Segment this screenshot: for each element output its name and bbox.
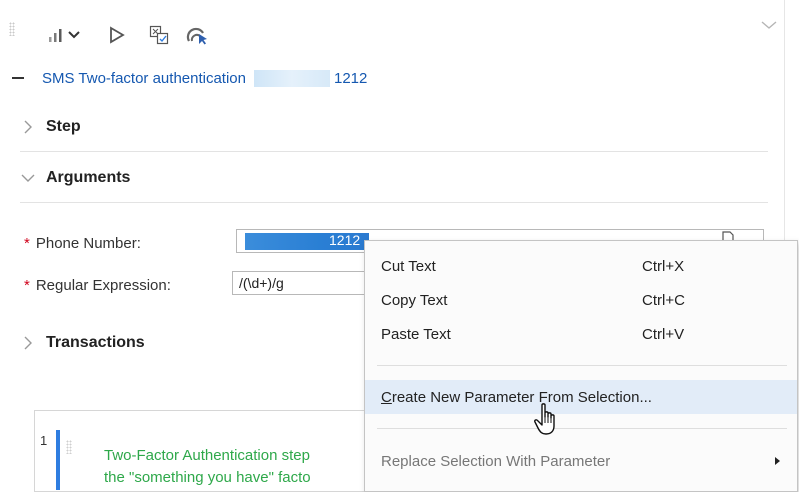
code-drag-handle[interactable] [66,440,72,454]
menu-item-label: Paste Text [381,325,451,343]
section-arguments-label: Arguments [46,169,131,186]
chevron-down-icon [20,174,36,182]
section-step[interactable]: Step [20,116,81,138]
menu-item-label-rest: reate New Parameter From Selection... [391,388,652,406]
redacted-value [254,69,330,87]
menu-item-copy[interactable]: Copy Text Ctrl+C [365,285,797,315]
drag-handle[interactable] [9,22,15,36]
menu-item-shortcut: Ctrl+X [642,257,685,275]
collapse-minus-icon[interactable] [12,77,24,79]
menu-item-label: Cut Text [381,257,436,275]
menu-item-shortcut: Ctrl+V [642,325,685,343]
phone-number-value: 1212 [329,232,361,248]
code-comment-line[interactable]: the "something you have" facto [104,469,311,486]
step-title-row[interactable]: SMS Two-factor authentication 1212 [12,68,367,88]
menu-item-paste[interactable]: Paste Text Ctrl+V [365,319,797,349]
record-icon[interactable] [185,24,209,46]
step-title[interactable]: SMS Two-factor authentication [42,70,246,87]
section-transactions-label: Transactions [46,334,145,351]
step-title-suffix[interactable]: 1212 [334,70,367,87]
menu-item-cut[interactable]: Cut Text Ctrl+X [365,251,797,281]
menu-item-mnemonic: C [381,388,392,406]
regex-label-text: Regular Expression: [35,276,171,294]
menu-item-create-parameter[interactable]: Create New Parameter From Selection... [365,380,797,414]
chevron-down-icon[interactable] [67,24,81,46]
chevron-right-icon [20,336,36,350]
hand-pointer-icon [533,402,563,443]
play-icon[interactable] [106,24,128,46]
phone-number-label-text: Phone Number: [35,234,141,252]
regex-value: /(\d+)/g [239,275,284,291]
phone-number-label: * Phone Number: [24,232,141,254]
code-comment-line[interactable]: Two-Factor Authentication step [104,447,310,464]
menu-separator [377,365,787,366]
regex-label: * Regular Expression: [24,274,171,296]
section-transactions[interactable]: Transactions [20,332,145,354]
menu-item-replace-selection[interactable]: Replace Selection With Parameter [365,446,797,476]
required-mark: * [24,276,30,294]
menu-item-label: Copy Text [381,291,448,309]
menu-item-label: Create New Parameter From Selection... [381,389,652,406]
collapse-chevron-icon[interactable] [760,18,778,36]
compare-icon[interactable] [148,24,170,46]
bar-chart-icon[interactable] [46,24,66,46]
section-arguments[interactable]: Arguments [20,167,130,189]
divider [20,151,768,152]
line-number: 1 [40,433,48,448]
regex-input[interactable]: /(\d+)/g [232,271,382,295]
divider [20,202,768,203]
context-menu: Cut Text Ctrl+X Copy Text Ctrl+C Paste T… [364,240,798,492]
submenu-arrow-icon [775,457,780,465]
menu-item-label: Replace Selection With Parameter [381,452,611,470]
menu-separator [377,428,787,429]
menu-item-shortcut: Ctrl+C [642,291,685,309]
chevron-right-icon [20,120,36,134]
active-line-marker [56,430,60,490]
required-mark: * [24,234,30,252]
section-step-label: Step [46,118,81,135]
